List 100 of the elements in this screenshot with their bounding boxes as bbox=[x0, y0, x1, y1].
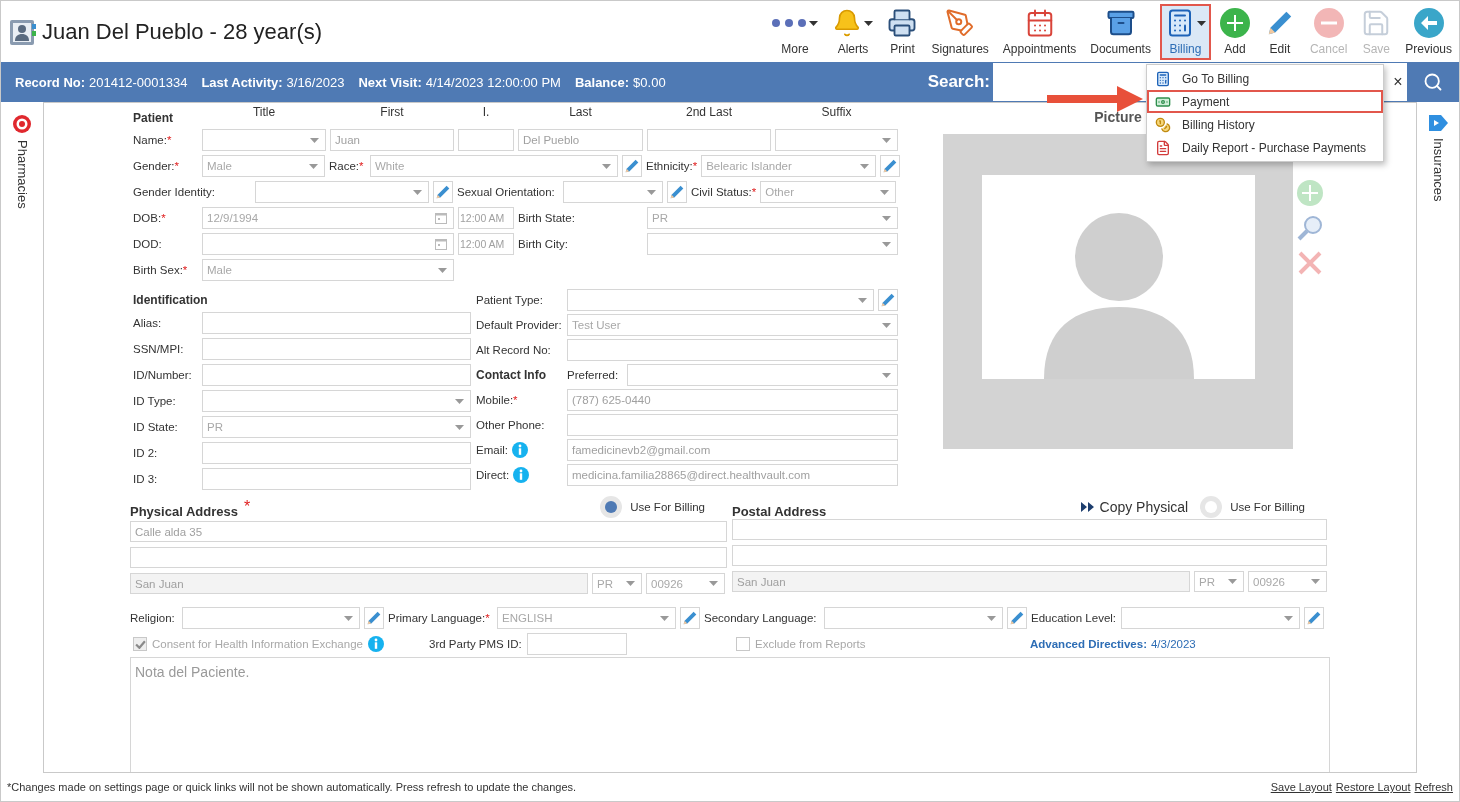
dropdown-field[interactable]: PR bbox=[1194, 571, 1244, 592]
edit-button[interactable] bbox=[622, 155, 642, 177]
text-field[interactable] bbox=[458, 129, 514, 151]
text-field[interactable]: Calle alda 35 bbox=[130, 521, 727, 542]
caret-icon bbox=[1284, 615, 1293, 621]
dropdown-field[interactable] bbox=[824, 607, 1003, 629]
toolbar-button[interactable]: Print bbox=[882, 4, 923, 60]
toolbar-button[interactable]: More bbox=[766, 4, 824, 60]
dropdown-field[interactable]: PR bbox=[202, 416, 471, 438]
caret-icon bbox=[647, 189, 656, 195]
side-tab[interactable]: Insurances bbox=[1417, 102, 1459, 202]
text-field[interactable]: San Juan bbox=[130, 573, 588, 594]
dropdown-field[interactable]: PR bbox=[592, 573, 642, 594]
dropdown-field[interactable]: Male bbox=[202, 259, 454, 281]
close-icon[interactable] bbox=[1296, 249, 1324, 277]
caret-icon bbox=[860, 163, 870, 169]
menu-item[interactable]: Go To Billing bbox=[1147, 67, 1383, 90]
dropdown-field[interactable] bbox=[255, 181, 429, 203]
text-field[interactable]: Del Pueblo bbox=[518, 129, 643, 151]
text-field[interactable] bbox=[732, 519, 1327, 540]
text-field[interactable] bbox=[202, 364, 471, 386]
notes-field[interactable]: Nota del Paciente. bbox=[130, 657, 1330, 772]
dropdown-field[interactable]: 00926 bbox=[646, 573, 725, 594]
edit-button[interactable] bbox=[667, 181, 687, 203]
toolbar-button[interactable]: Appointments bbox=[997, 4, 1082, 60]
toolbar-button[interactable]: Edit bbox=[1258, 4, 1301, 60]
field-label: Primary Language:* bbox=[388, 612, 491, 624]
text-field[interactable]: famedicinevb2@gmail.com bbox=[567, 439, 898, 461]
dropdown-field[interactable] bbox=[775, 129, 898, 151]
copy-button[interactable]: Copy Physical bbox=[1080, 499, 1189, 515]
search-icon[interactable] bbox=[1296, 214, 1324, 242]
footer-link[interactable]: Restore Layout bbox=[1335, 781, 1411, 793]
text-field[interactable] bbox=[202, 442, 471, 464]
edit-button[interactable] bbox=[364, 607, 384, 629]
target-icon bbox=[12, 114, 32, 134]
caret-icon bbox=[709, 581, 718, 586]
dropdown-field[interactable] bbox=[567, 289, 874, 311]
toolbar-button[interactable]: Billing bbox=[1159, 4, 1211, 60]
text-field[interactable]: San Juan bbox=[732, 571, 1190, 592]
dropdown-field[interactable]: PR bbox=[647, 207, 898, 229]
field-label: ID 2: bbox=[133, 447, 159, 459]
radio-option[interactable]: Use For Billing bbox=[1200, 496, 1305, 518]
text-field[interactable] bbox=[527, 633, 627, 655]
dropdown-field[interactable]: ENGLISH bbox=[497, 607, 676, 629]
edit-button[interactable] bbox=[1007, 607, 1027, 629]
dropdown-field[interactable]: White bbox=[370, 155, 618, 177]
dropdown-field[interactable] bbox=[627, 364, 898, 386]
text-field[interactable] bbox=[732, 545, 1327, 566]
column-heading: Last bbox=[568, 104, 593, 119]
pencil-icon bbox=[1305, 609, 1323, 627]
edit-button[interactable] bbox=[433, 181, 453, 203]
text-field[interactable] bbox=[202, 312, 471, 334]
text-field[interactable] bbox=[202, 468, 471, 490]
printer-icon bbox=[887, 8, 918, 38]
plus-icon[interactable] bbox=[1296, 179, 1324, 207]
edit-button[interactable] bbox=[878, 289, 898, 311]
dropdown-field[interactable]: Male bbox=[202, 155, 325, 177]
dropdown-field[interactable] bbox=[563, 181, 663, 203]
text-field[interactable] bbox=[567, 414, 898, 436]
dropdown-field[interactable]: Belearic Islander bbox=[701, 155, 877, 177]
text-field[interactable] bbox=[130, 547, 727, 568]
dropdown-field[interactable]: Other bbox=[760, 181, 897, 203]
text-field[interactable]: medicina.familia28865@direct.healthvault.com bbox=[567, 464, 898, 486]
text-field[interactable]: (787) 625-0440 bbox=[567, 389, 898, 411]
side-tab[interactable]: Pharmacies bbox=[1, 102, 43, 209]
menu-item[interactable]: Payment bbox=[1147, 90, 1383, 113]
menu-item[interactable]: Daily Report - Purchase Payments bbox=[1147, 136, 1383, 159]
text-field[interactable] bbox=[567, 339, 898, 361]
archive-icon bbox=[1105, 8, 1136, 38]
radio-option[interactable]: Use For Billing bbox=[600, 496, 705, 518]
required-mark: * bbox=[243, 498, 251, 516]
calculator-icon bbox=[1155, 70, 1171, 87]
text-field[interactable]: Juan bbox=[330, 129, 454, 151]
footer-link[interactable]: Save Layout bbox=[1270, 781, 1332, 793]
text-field[interactable]: 12:00 AM bbox=[458, 233, 514, 255]
text-field[interactable] bbox=[202, 338, 471, 360]
dropdown-field[interactable] bbox=[202, 129, 326, 151]
dropdown-field[interactable]: Test User bbox=[567, 314, 898, 336]
toolbar-button[interactable]: Documents bbox=[1085, 4, 1156, 60]
dropdown-field[interactable]: 00926 bbox=[1248, 571, 1327, 592]
dropdown-field[interactable] bbox=[1121, 607, 1300, 629]
caret-icon bbox=[455, 398, 464, 404]
date-field[interactable]: 12/9/1994 bbox=[202, 207, 454, 229]
dropdown-field[interactable] bbox=[202, 390, 471, 412]
edit-button[interactable] bbox=[880, 155, 901, 177]
menu-item[interactable]: Billing History bbox=[1147, 113, 1383, 136]
text-field[interactable] bbox=[647, 129, 771, 151]
edit-button[interactable] bbox=[1304, 607, 1324, 629]
field-label: Race:* bbox=[329, 160, 365, 172]
toolbar-button[interactable]: Alerts bbox=[827, 4, 879, 60]
text-field[interactable]: 12:00 AM bbox=[458, 207, 514, 229]
advanced-directives-link[interactable]: Advanced Directives: 4/3/2023 bbox=[1030, 638, 1196, 650]
dropdown-field[interactable] bbox=[647, 233, 898, 255]
footer-link[interactable]: Refresh bbox=[1414, 781, 1453, 793]
toolbar-button[interactable]: Previous bbox=[1400, 4, 1457, 60]
edit-button[interactable] bbox=[680, 607, 700, 629]
date-field[interactable] bbox=[202, 233, 454, 255]
toolbar-button[interactable]: Signatures bbox=[926, 4, 994, 60]
toolbar-button[interactable]: Add bbox=[1214, 4, 1255, 60]
dropdown-field[interactable] bbox=[182, 607, 360, 629]
